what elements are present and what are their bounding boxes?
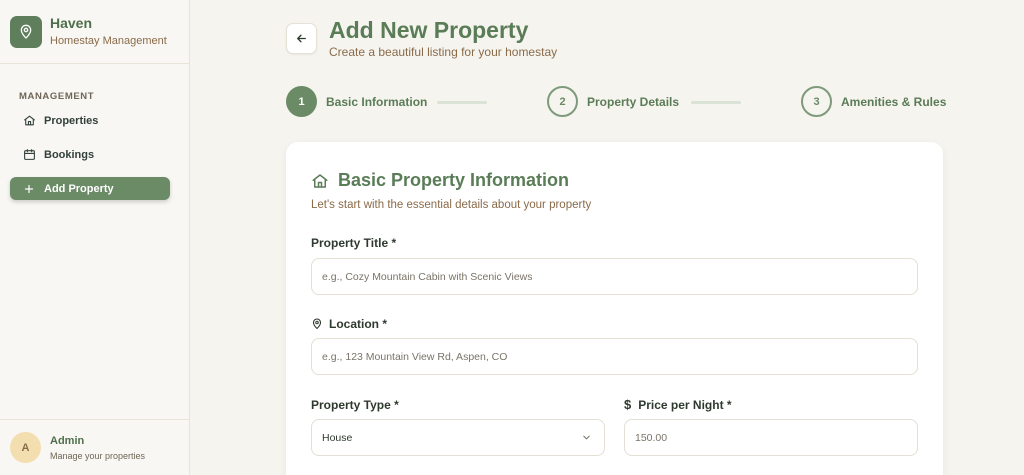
dollar-icon: $: [624, 397, 632, 412]
plus-icon: [22, 182, 36, 196]
step-number: 3: [801, 86, 832, 117]
card-title: Basic Property Information: [338, 170, 570, 190]
arrow-left-icon: [295, 32, 308, 45]
user-profile[interactable]: A Admin Manage your properties: [0, 419, 190, 475]
step-amenities-rules[interactable]: 3 Amenities & Rules: [801, 86, 946, 117]
step-number: 1: [286, 86, 317, 117]
step-label: Basic Information: [326, 94, 428, 109]
brand-subtitle: Homestay Management: [50, 35, 167, 47]
sidebar-item-properties[interactable]: Properties: [10, 109, 170, 132]
location-label-text: Location *: [329, 317, 388, 331]
step-label: Property Details: [587, 94, 680, 109]
sidebar: Haven Homestay Management MANAGEMENT Pro…: [0, 0, 190, 475]
calendar-icon: [22, 148, 36, 162]
property-title-label: Property Title *: [311, 236, 397, 250]
location-label: Location *: [311, 317, 387, 331]
property-title-input[interactable]: [311, 258, 918, 295]
brand: Haven Homestay Management: [0, 0, 189, 64]
property-type-select[interactable]: House: [311, 419, 605, 456]
basic-info-card: Basic Property Information Let's start w…: [286, 142, 943, 475]
step-connector: [691, 101, 741, 104]
avatar: A: [10, 432, 41, 463]
price-input[interactable]: [624, 419, 918, 456]
user-name: Admin: [50, 434, 85, 447]
sidebar-item-label: Properties: [44, 114, 99, 127]
card-header: Basic Property Information: [311, 170, 569, 191]
sidebar-item-add-property[interactable]: Add Property: [10, 177, 170, 200]
location-input[interactable]: [311, 338, 918, 375]
step-number: 2: [547, 86, 578, 117]
property-type-label: Property Type *: [311, 398, 399, 412]
property-type-value: House: [322, 431, 353, 444]
price-label-text: Price per Night *: [638, 397, 732, 412]
step-basic-information[interactable]: 1 Basic Information: [286, 86, 427, 117]
step-property-details[interactable]: 2 Property Details: [547, 86, 679, 117]
home-icon: [311, 172, 329, 190]
page-title: Add New Property: [329, 17, 529, 43]
sidebar-item-bookings[interactable]: Bookings: [10, 143, 170, 166]
map-pin-logo-icon: [10, 15, 42, 48]
section-label-management: MANAGEMENT: [19, 91, 95, 102]
page-subtitle: Create a beautiful listing for your home…: [329, 45, 558, 59]
chevron-down-icon: [581, 432, 592, 443]
step-connector: [437, 101, 487, 104]
home-icon: [22, 114, 36, 128]
step-label: Amenities & Rules: [841, 94, 947, 109]
back-button[interactable]: [286, 23, 317, 54]
card-subtitle: Let's start with the essential details a…: [311, 199, 592, 211]
sidebar-item-label: Bookings: [44, 148, 95, 161]
map-pin-icon: [311, 318, 323, 330]
brand-title: Haven: [50, 15, 93, 31]
sidebar-item-label: Add Property: [44, 182, 114, 195]
user-subtitle: Manage your properties: [50, 450, 146, 461]
price-label: $ Price per Night *: [624, 397, 732, 412]
